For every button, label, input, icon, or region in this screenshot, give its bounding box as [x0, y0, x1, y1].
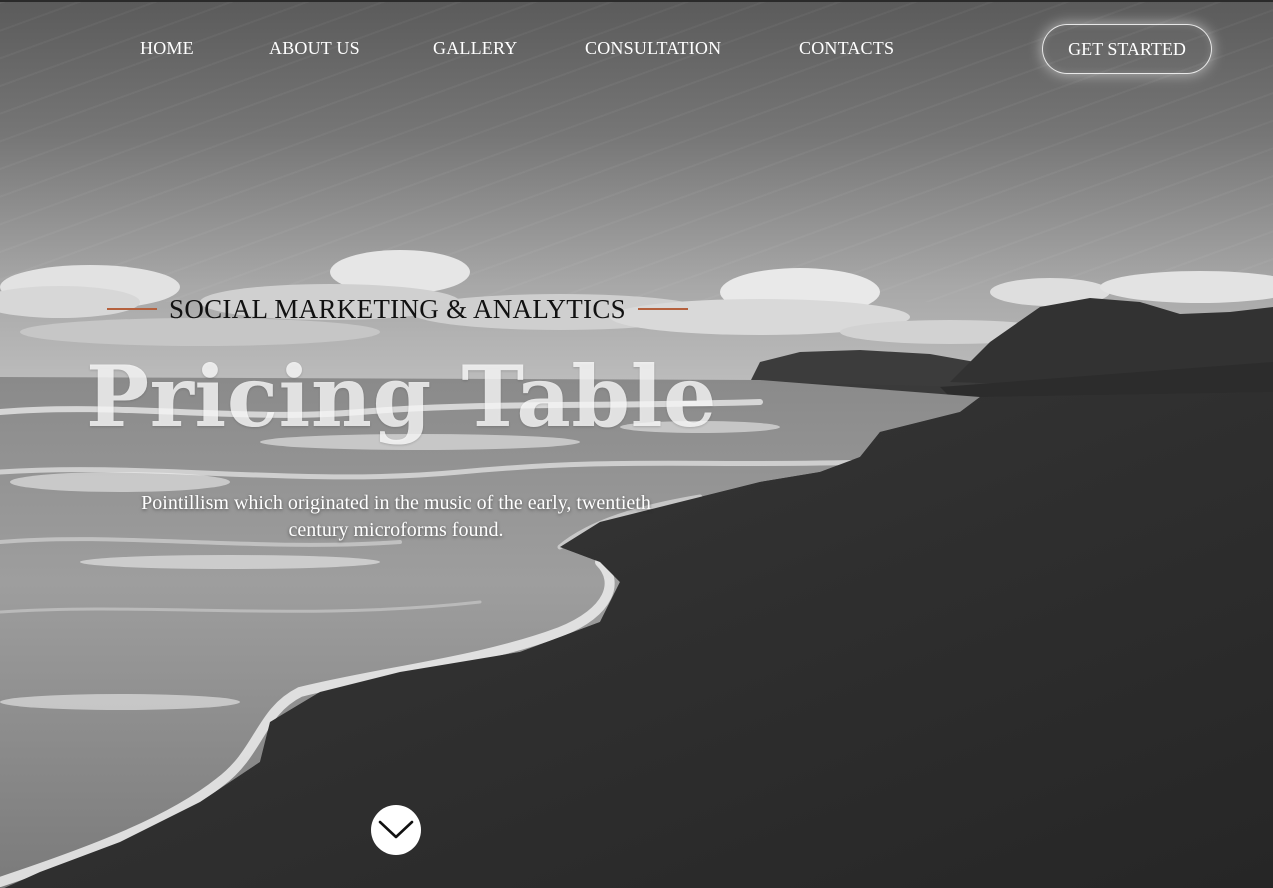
chevron-down-icon [378, 820, 414, 839]
eyebrow-right-line [637, 308, 688, 310]
get-started-button[interactable]: GET STARTED [1042, 24, 1212, 74]
nav-home-link[interactable]: HOME [140, 38, 194, 59]
nav-about-us-link[interactable]: ABOUT US [269, 38, 360, 59]
hero-section: HOME ABOUT US GALLERY CONSULTATION CONTA… [0, 0, 1273, 888]
hero-subtitle-line-1: Pointillism which originated in the musi… [141, 492, 651, 514]
eyebrow-left-line [107, 308, 157, 310]
hero-subtitle: Pointillism which originated in the musi… [80, 490, 712, 544]
eyebrow-text: SOCIAL MARKETING & ANALYTICS [169, 293, 626, 324]
nav-consultation-link[interactable]: CONSULTATION [585, 38, 721, 59]
nav-gallery-link[interactable]: GALLERY [433, 38, 517, 59]
hero-eyebrow: SOCIAL MARKETING & ANALYTICS [107, 292, 688, 326]
scroll-down-button[interactable] [371, 805, 421, 855]
nav-contacts-link[interactable]: CONTACTS [799, 38, 894, 59]
top-navigation: HOME ABOUT US GALLERY CONSULTATION CONTA… [0, 2, 1273, 97]
hero-subtitle-line-2: century microforms found. [288, 519, 504, 541]
page-title: Pricing Table [86, 347, 717, 446]
